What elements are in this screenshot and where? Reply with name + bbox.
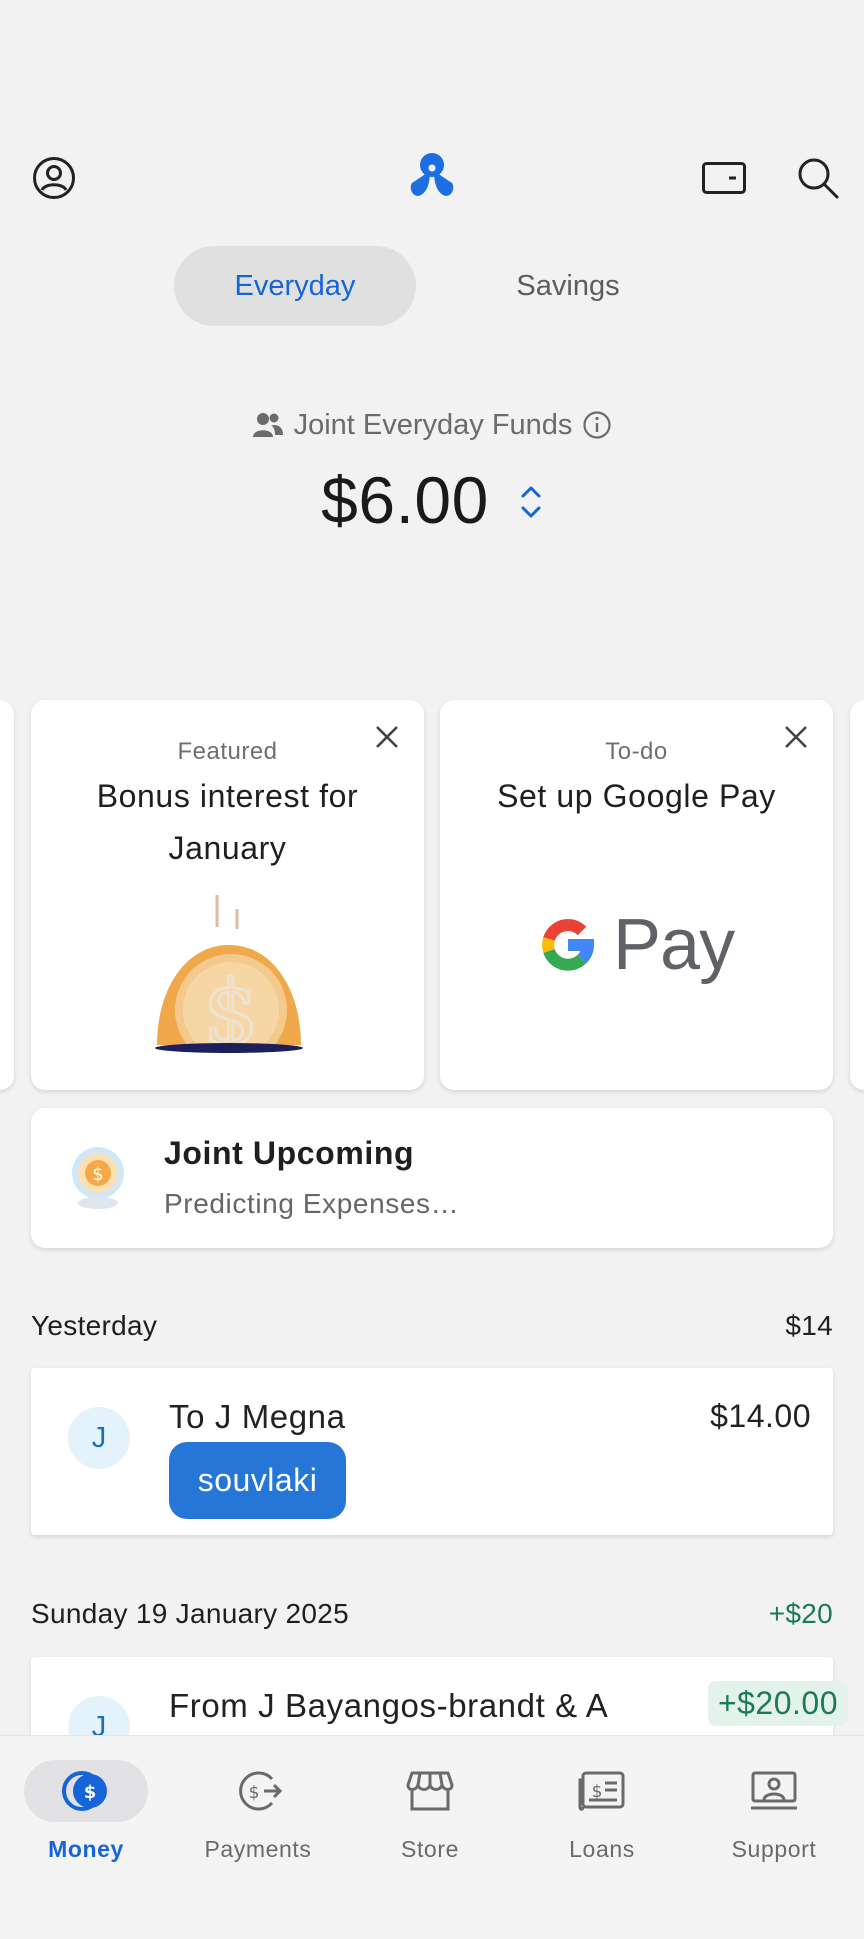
card-title: Set up Google Pay bbox=[497, 778, 776, 814]
money-icon: $ bbox=[62, 1771, 107, 1811]
nav-pill bbox=[712, 1760, 836, 1822]
close-button[interactable] bbox=[370, 720, 404, 754]
transaction-amount: $14.00 bbox=[710, 1398, 811, 1434]
profile-icon bbox=[33, 157, 75, 199]
card-button[interactable] bbox=[696, 150, 752, 206]
nav-label: Store bbox=[401, 1836, 459, 1862]
section-date: Yesterday bbox=[31, 1310, 158, 1341]
joint-upcoming-card[interactable] bbox=[31, 1108, 833, 1248]
coin-illustration: $ bbox=[155, 895, 305, 1069]
avatar: J bbox=[68, 1407, 130, 1469]
account-name: Joint Everyday Funds bbox=[293, 408, 573, 441]
loans-icon: $ bbox=[578, 1771, 625, 1811]
upcoming-subtitle: Predicting Expenses… bbox=[164, 1188, 460, 1219]
bottom-nav: $ Money $ Payments Store $ Loans Support bbox=[0, 1735, 864, 1939]
support-icon bbox=[751, 1771, 797, 1810]
card-eyebrow: To-do bbox=[605, 738, 668, 765]
search-icon bbox=[798, 158, 839, 199]
account-switcher-icon[interactable] bbox=[519, 482, 543, 522]
store-icon bbox=[406, 1771, 454, 1811]
payments-icon: $ bbox=[239, 1771, 283, 1811]
section-date: Sunday 19 January 2025 bbox=[31, 1598, 349, 1629]
transaction-tag[interactable]: souvlaki bbox=[169, 1442, 346, 1519]
search-button[interactable] bbox=[788, 148, 848, 208]
nav-pill bbox=[368, 1760, 492, 1822]
balance-row: $6.00 bbox=[0, 460, 864, 540]
nav-label: Support bbox=[731, 1836, 817, 1862]
featured-card[interactable]: Featured Bonus interest for January $ bbox=[31, 700, 424, 1090]
nav-loans[interactable]: $ Loans bbox=[516, 1736, 688, 1876]
carousel-card-partial-right[interactable] bbox=[850, 700, 864, 1090]
google-pay-wordmark: Pay bbox=[613, 905, 735, 985]
nav-label: Money bbox=[48, 1836, 124, 1862]
section-total: $14 bbox=[785, 1310, 833, 1341]
nav-pill: $ bbox=[196, 1760, 320, 1822]
section-total: +$20 bbox=[768, 1598, 833, 1629]
tab-savings[interactable]: Savings bbox=[448, 246, 688, 326]
svg-text:$: $ bbox=[92, 1164, 103, 1185]
transaction-row[interactable] bbox=[31, 1368, 833, 1535]
google-pay-card[interactable]: To-do Set up Google Pay Pay bbox=[440, 700, 833, 1090]
nav-payments[interactable]: $ Payments bbox=[172, 1736, 344, 1876]
transaction-name: From J Bayangos-brandt & A bbox=[169, 1687, 609, 1724]
nav-money[interactable]: $ Money bbox=[0, 1736, 172, 1876]
transaction-name: To J Megna bbox=[169, 1398, 346, 1435]
card-eyebrow: Featured bbox=[177, 738, 278, 765]
app-logo bbox=[400, 146, 464, 206]
profile-button[interactable] bbox=[26, 150, 82, 206]
nav-label: Payments bbox=[204, 1836, 312, 1862]
close-icon bbox=[785, 726, 807, 748]
card-icon bbox=[702, 162, 746, 194]
crystal-ball-icon: $ bbox=[72, 1147, 124, 1209]
nav-label: Loans bbox=[569, 1836, 635, 1862]
transaction-amount: +$20.00 bbox=[707, 1681, 848, 1726]
google-pay-logo: Pay bbox=[535, 905, 745, 985]
svg-text:$: $ bbox=[84, 1782, 97, 1803]
svg-text:$: $ bbox=[249, 1783, 260, 1803]
google-g-icon bbox=[542, 919, 595, 971]
close-button[interactable] bbox=[779, 720, 813, 754]
info-icon[interactable] bbox=[582, 410, 612, 440]
tab-everyday[interactable]: Everyday bbox=[174, 246, 416, 326]
account-balance: $6.00 bbox=[321, 463, 489, 537]
account-label-row: Joint Everyday Funds bbox=[0, 405, 864, 445]
upcoming-title: Joint Upcoming bbox=[164, 1135, 415, 1171]
carousel-card-partial-left[interactable] bbox=[0, 700, 14, 1090]
nav-support[interactable]: Support bbox=[688, 1736, 860, 1876]
up-logo-icon bbox=[410, 153, 454, 196]
close-icon bbox=[376, 726, 398, 748]
nav-pill: $ bbox=[24, 1760, 148, 1822]
card-title: Bonus interest for January bbox=[96, 778, 359, 866]
nav-pill: $ bbox=[540, 1760, 664, 1822]
nav-store[interactable]: Store bbox=[344, 1736, 516, 1876]
joint-account-icon bbox=[252, 413, 283, 437]
